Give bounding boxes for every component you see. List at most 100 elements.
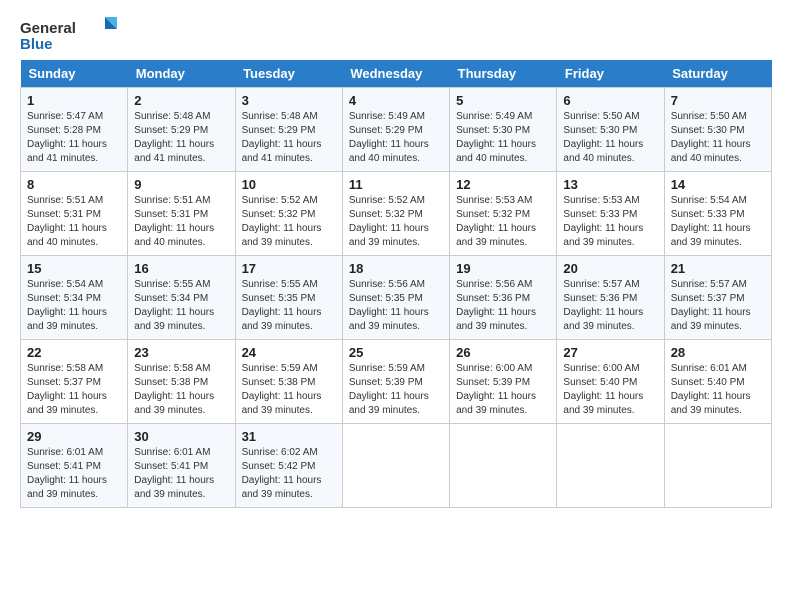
calendar-day-cell: 6 Sunrise: 5:50 AM Sunset: 5:30 PM Dayli… xyxy=(557,88,664,172)
daylight-label: Daylight: 11 hours and 39 minutes. xyxy=(27,475,107,500)
sunset-label: Sunset: 5:30 PM xyxy=(456,125,530,136)
sunset-label: Sunset: 5:33 PM xyxy=(563,209,637,220)
calendar-day-cell: 15 Sunrise: 5:54 AM Sunset: 5:34 PM Dayl… xyxy=(21,256,128,340)
day-number: 10 xyxy=(242,177,336,192)
day-info: Sunrise: 6:00 AM Sunset: 5:40 PM Dayligh… xyxy=(563,362,657,418)
day-number: 31 xyxy=(242,429,336,444)
day-number: 24 xyxy=(242,345,336,360)
daylight-label: Daylight: 11 hours and 39 minutes. xyxy=(134,307,214,332)
day-info: Sunrise: 5:59 AM Sunset: 5:39 PM Dayligh… xyxy=(349,362,443,418)
sunrise-label: Sunrise: 5:51 AM xyxy=(134,195,210,206)
sunset-label: Sunset: 5:28 PM xyxy=(27,125,101,136)
calendar-week-row: 1 Sunrise: 5:47 AM Sunset: 5:28 PM Dayli… xyxy=(21,88,772,172)
sunrise-label: Sunrise: 6:01 AM xyxy=(671,363,747,374)
sunset-label: Sunset: 5:35 PM xyxy=(242,293,316,304)
day-number: 15 xyxy=(27,261,121,276)
daylight-label: Daylight: 11 hours and 39 minutes. xyxy=(563,223,643,248)
day-info: Sunrise: 5:52 AM Sunset: 5:32 PM Dayligh… xyxy=(349,194,443,250)
day-of-week-header: Tuesday xyxy=(235,60,342,88)
sunrise-label: Sunrise: 6:00 AM xyxy=(563,363,639,374)
calendar-body: 1 Sunrise: 5:47 AM Sunset: 5:28 PM Dayli… xyxy=(21,88,772,508)
calendar-header-row: SundayMondayTuesdayWednesdayThursdayFrid… xyxy=(21,60,772,88)
daylight-label: Daylight: 11 hours and 39 minutes. xyxy=(242,223,322,248)
sunrise-label: Sunrise: 5:54 AM xyxy=(27,279,103,290)
daylight-label: Daylight: 11 hours and 39 minutes. xyxy=(242,307,322,332)
day-number: 9 xyxy=(134,177,228,192)
day-info: Sunrise: 5:53 AM Sunset: 5:32 PM Dayligh… xyxy=(456,194,550,250)
calendar-day-cell: 16 Sunrise: 5:55 AM Sunset: 5:34 PM Dayl… xyxy=(128,256,235,340)
calendar-week-row: 8 Sunrise: 5:51 AM Sunset: 5:31 PM Dayli… xyxy=(21,172,772,256)
day-number: 16 xyxy=(134,261,228,276)
sunset-label: Sunset: 5:32 PM xyxy=(456,209,530,220)
sunset-label: Sunset: 5:30 PM xyxy=(563,125,637,136)
day-number: 29 xyxy=(27,429,121,444)
daylight-label: Daylight: 11 hours and 40 minutes. xyxy=(563,139,643,164)
calendar-day-cell: 28 Sunrise: 6:01 AM Sunset: 5:40 PM Dayl… xyxy=(664,340,771,424)
sunset-label: Sunset: 5:37 PM xyxy=(27,377,101,388)
day-number: 14 xyxy=(671,177,765,192)
day-number: 17 xyxy=(242,261,336,276)
day-info: Sunrise: 6:01 AM Sunset: 5:40 PM Dayligh… xyxy=(671,362,765,418)
sunset-label: Sunset: 5:38 PM xyxy=(134,377,208,388)
logo-icon: General Blue xyxy=(20,15,120,55)
daylight-label: Daylight: 11 hours and 39 minutes. xyxy=(456,307,536,332)
sunrise-label: Sunrise: 5:48 AM xyxy=(242,111,318,122)
sunset-label: Sunset: 5:39 PM xyxy=(456,377,530,388)
sunset-label: Sunset: 5:34 PM xyxy=(134,293,208,304)
day-of-week-header: Friday xyxy=(557,60,664,88)
day-of-week-header: Wednesday xyxy=(342,60,449,88)
sunrise-label: Sunrise: 5:49 AM xyxy=(349,111,425,122)
sunrise-label: Sunrise: 5:52 AM xyxy=(349,195,425,206)
sunrise-label: Sunrise: 5:55 AM xyxy=(134,279,210,290)
day-number: 1 xyxy=(27,93,121,108)
sunrise-label: Sunrise: 5:49 AM xyxy=(456,111,532,122)
day-info: Sunrise: 5:47 AM Sunset: 5:28 PM Dayligh… xyxy=(27,110,121,166)
daylight-label: Daylight: 11 hours and 39 minutes. xyxy=(134,391,214,416)
day-number: 7 xyxy=(671,93,765,108)
day-info: Sunrise: 6:00 AM Sunset: 5:39 PM Dayligh… xyxy=(456,362,550,418)
calendar-day-cell: 31 Sunrise: 6:02 AM Sunset: 5:42 PM Dayl… xyxy=(235,424,342,508)
day-info: Sunrise: 5:54 AM Sunset: 5:34 PM Dayligh… xyxy=(27,278,121,334)
day-info: Sunrise: 5:59 AM Sunset: 5:38 PM Dayligh… xyxy=(242,362,336,418)
sunset-label: Sunset: 5:32 PM xyxy=(242,209,316,220)
sunrise-label: Sunrise: 6:01 AM xyxy=(134,447,210,458)
daylight-label: Daylight: 11 hours and 39 minutes. xyxy=(671,307,751,332)
sunrise-label: Sunrise: 5:58 AM xyxy=(134,363,210,374)
sunset-label: Sunset: 5:41 PM xyxy=(27,461,101,472)
day-of-week-header: Thursday xyxy=(450,60,557,88)
day-info: Sunrise: 6:02 AM Sunset: 5:42 PM Dayligh… xyxy=(242,446,336,502)
calendar-day-cell: 22 Sunrise: 5:58 AM Sunset: 5:37 PM Dayl… xyxy=(21,340,128,424)
calendar-week-row: 15 Sunrise: 5:54 AM Sunset: 5:34 PM Dayl… xyxy=(21,256,772,340)
day-info: Sunrise: 5:56 AM Sunset: 5:36 PM Dayligh… xyxy=(456,278,550,334)
day-info: Sunrise: 5:51 AM Sunset: 5:31 PM Dayligh… xyxy=(27,194,121,250)
calendar-day-cell: 17 Sunrise: 5:55 AM Sunset: 5:35 PM Dayl… xyxy=(235,256,342,340)
sunset-label: Sunset: 5:29 PM xyxy=(242,125,316,136)
calendar-day-cell: 29 Sunrise: 6:01 AM Sunset: 5:41 PM Dayl… xyxy=(21,424,128,508)
sunset-label: Sunset: 5:34 PM xyxy=(27,293,101,304)
page-header: General Blue xyxy=(20,15,772,55)
day-number: 21 xyxy=(671,261,765,276)
sunset-label: Sunset: 5:29 PM xyxy=(134,125,208,136)
day-number: 28 xyxy=(671,345,765,360)
calendar-day-cell: 9 Sunrise: 5:51 AM Sunset: 5:31 PM Dayli… xyxy=(128,172,235,256)
calendar-day-cell: 11 Sunrise: 5:52 AM Sunset: 5:32 PM Dayl… xyxy=(342,172,449,256)
daylight-label: Daylight: 11 hours and 39 minutes. xyxy=(134,475,214,500)
day-of-week-header: Saturday xyxy=(664,60,771,88)
daylight-label: Daylight: 11 hours and 39 minutes. xyxy=(349,391,429,416)
sunset-label: Sunset: 5:31 PM xyxy=(27,209,101,220)
calendar-day-cell: 21 Sunrise: 5:57 AM Sunset: 5:37 PM Dayl… xyxy=(664,256,771,340)
calendar-day-cell: 4 Sunrise: 5:49 AM Sunset: 5:29 PM Dayli… xyxy=(342,88,449,172)
daylight-label: Daylight: 11 hours and 39 minutes. xyxy=(671,223,751,248)
day-number: 2 xyxy=(134,93,228,108)
day-number: 12 xyxy=(456,177,550,192)
daylight-label: Daylight: 11 hours and 39 minutes. xyxy=(242,475,322,500)
calendar-day-cell: 13 Sunrise: 5:53 AM Sunset: 5:33 PM Dayl… xyxy=(557,172,664,256)
calendar-week-row: 22 Sunrise: 5:58 AM Sunset: 5:37 PM Dayl… xyxy=(21,340,772,424)
daylight-label: Daylight: 11 hours and 39 minutes. xyxy=(27,391,107,416)
day-info: Sunrise: 6:01 AM Sunset: 5:41 PM Dayligh… xyxy=(134,446,228,502)
calendar-day-cell: 23 Sunrise: 5:58 AM Sunset: 5:38 PM Dayl… xyxy=(128,340,235,424)
sunset-label: Sunset: 5:38 PM xyxy=(242,377,316,388)
calendar-week-row: 29 Sunrise: 6:01 AM Sunset: 5:41 PM Dayl… xyxy=(21,424,772,508)
sunrise-label: Sunrise: 5:54 AM xyxy=(671,195,747,206)
sunrise-label: Sunrise: 5:59 AM xyxy=(349,363,425,374)
